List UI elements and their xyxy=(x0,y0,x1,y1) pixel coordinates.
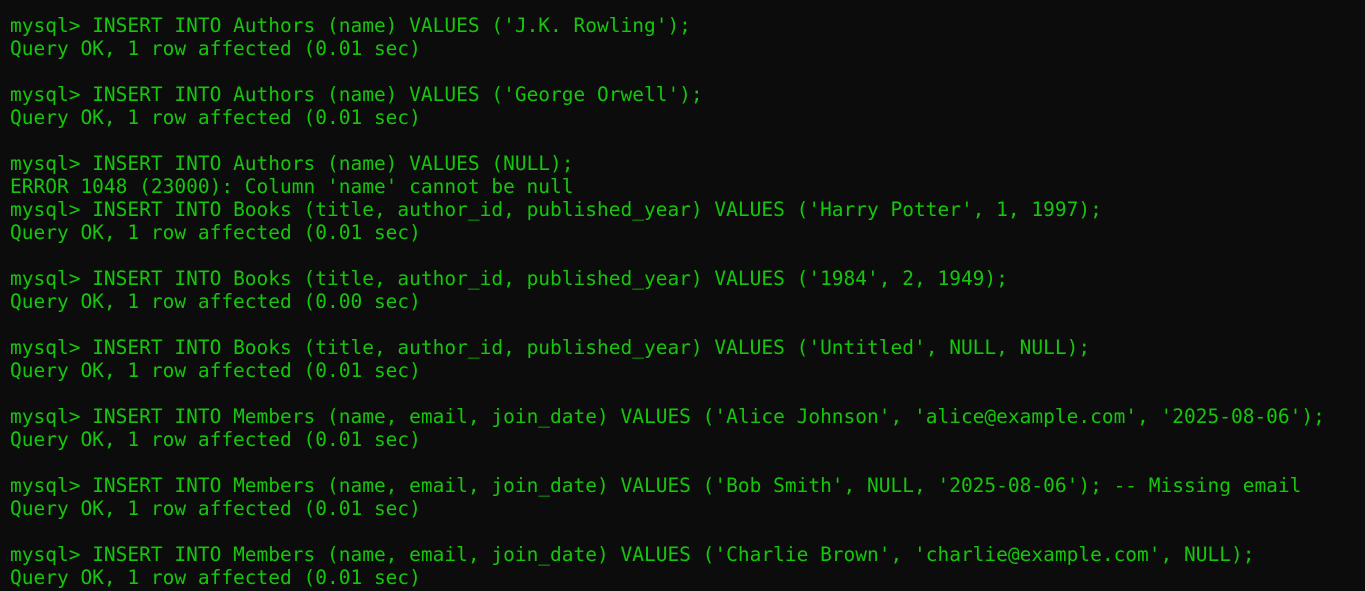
command-line: mysql> INSERT INTO Authors (name) VALUES… xyxy=(10,14,1365,37)
command-text: INSERT INTO Authors (name) VALUES ('J.K.… xyxy=(92,14,691,37)
command-line: mysql> INSERT INTO Authors (name) VALUES… xyxy=(10,152,1365,175)
command-line: mysql> INSERT INTO Books (title, author_… xyxy=(10,198,1365,221)
query-output: Query OK, 1 row affected (0.01 sec) xyxy=(10,428,421,451)
command-text: INSERT INTO Authors (name) VALUES (NULL)… xyxy=(92,152,574,175)
mysql-prompt: mysql> xyxy=(10,267,93,290)
error-output: ERROR 1048 (23000): Column 'name' cannot… xyxy=(10,175,574,198)
terminal-window[interactable]: mysql> INSERT INTO Authors (name) VALUES… xyxy=(0,0,1365,591)
command-text: INSERT INTO Books (title, author_id, pub… xyxy=(92,198,1102,221)
command-text: INSERT INTO Members (name, email, join_d… xyxy=(92,543,1255,566)
query-output: Query OK, 1 row affected (0.01 sec) xyxy=(10,106,421,129)
mysql-prompt: mysql> xyxy=(10,336,93,359)
command-line: mysql> INSERT INTO Members (name, email,… xyxy=(10,405,1365,428)
command-line: mysql> INSERT INTO Authors (name) VALUES… xyxy=(10,83,1365,106)
query-output: Query OK, 1 row affected (0.01 sec) xyxy=(10,221,421,244)
query-output: Query OK, 1 row affected (0.01 sec) xyxy=(10,37,421,60)
mysql-prompt: mysql> xyxy=(10,543,93,566)
command-text: INSERT INTO Books (title, author_id, pub… xyxy=(92,336,1091,359)
command-line: mysql> INSERT INTO Members (name, email,… xyxy=(10,474,1365,497)
query-output: Query OK, 1 row affected (0.01 sec) xyxy=(10,359,421,382)
command-line: mysql> INSERT INTO Books (title, author_… xyxy=(10,267,1365,290)
command-text: INSERT INTO Books (title, author_id, pub… xyxy=(92,267,1008,290)
command-text: INSERT INTO Members (name, email, join_d… xyxy=(92,405,1325,428)
mysql-prompt: mysql> xyxy=(10,405,93,428)
command-text: INSERT INTO Authors (name) VALUES ('Geor… xyxy=(92,83,703,106)
mysql-prompt: mysql> xyxy=(10,14,93,37)
command-line: mysql> INSERT INTO Books (title, author_… xyxy=(10,336,1365,359)
mysql-prompt: mysql> xyxy=(10,83,93,106)
query-output: Query OK, 1 row affected (0.01 sec) xyxy=(10,497,421,520)
query-output: Query OK, 1 row affected (0.01 sec) xyxy=(10,566,421,589)
mysql-prompt: mysql> xyxy=(10,152,93,175)
command-line: mysql> INSERT INTO Members (name, email,… xyxy=(10,543,1365,566)
mysql-prompt: mysql> xyxy=(10,198,93,221)
mysql-prompt: mysql> xyxy=(10,474,93,497)
command-text: INSERT INTO Members (name, email, join_d… xyxy=(92,474,1302,497)
query-output: Query OK, 1 row affected (0.00 sec) xyxy=(10,290,421,313)
